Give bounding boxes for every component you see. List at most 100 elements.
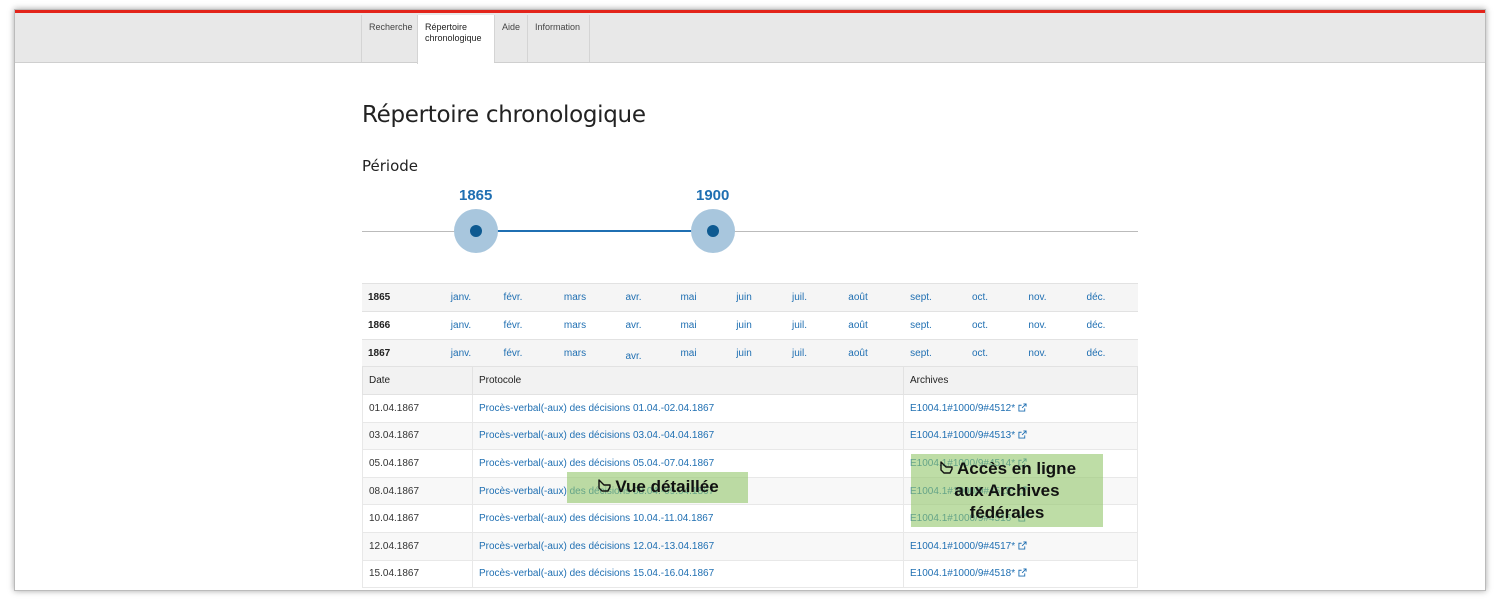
row-protocol-cell: Procès-verbal(-aux) des décisions 15.04.… (472, 559, 904, 589)
month-link[interactable]: janv. (442, 292, 480, 303)
browser-frame: Recherche Répertoire chronologique Aide … (14, 9, 1486, 591)
protocol-link[interactable]: Procès-verbal(-aux) des décisions 15.04.… (479, 568, 714, 579)
protocol-link[interactable]: Procès-verbal(-aux) des décisions 01.04.… (479, 403, 714, 414)
row-archive-cell: E1004.1#1000/9#4513* (903, 421, 1138, 451)
tab-repertoire-chronologique[interactable]: Répertoire chronologique (417, 15, 494, 64)
archive-link[interactable]: E1004.1#1000/9#4518* (910, 568, 1015, 579)
month-link[interactable]: mai (663, 348, 714, 359)
row-date: 05.04.1867 (362, 449, 473, 478)
table-row: 01.04.1867 Procès-verbal(-aux) des décisi… (362, 394, 1138, 423)
pointing-hand-icon (598, 479, 612, 492)
month-link[interactable]: oct. (951, 292, 1009, 303)
month-link[interactable]: mai (663, 320, 714, 331)
page-title: Répertoire chronologique (362, 102, 646, 128)
month-link[interactable]: déc. (1066, 292, 1126, 303)
month-link[interactable]: juil. (774, 292, 825, 303)
external-link-icon[interactable] (1018, 430, 1027, 439)
row-date: 15.04.1867 (362, 559, 473, 589)
row-date: 03.04.1867 (362, 421, 473, 451)
column-header-archives: Archives (903, 366, 1138, 395)
row-date: 10.04.1867 (362, 504, 473, 533)
external-link-icon[interactable] (1018, 541, 1027, 550)
month-link[interactable]: avr. (604, 320, 663, 331)
month-link[interactable]: janv. (442, 348, 480, 359)
month-link[interactable]: nov. (1009, 320, 1066, 331)
callout-archives-line3: fédérales (969, 503, 1045, 522)
month-link[interactable]: févr. (480, 292, 546, 303)
row-date: 08.04.1867 (362, 476, 473, 506)
row-date: 01.04.1867 (362, 394, 473, 423)
row-date: 12.04.1867 (362, 531, 473, 561)
callout-archives-access: Accès en ligne aux Archives fédérales (911, 454, 1103, 527)
nav-band (15, 13, 1485, 63)
handle-dot (470, 225, 482, 237)
table-row: 12.04.1867 Procès-verbal(-aux) des décisi… (362, 531, 1138, 561)
table-row: 15.04.1867 Procès-verbal(-aux) des décisi… (362, 559, 1138, 589)
month-link[interactable]: déc. (1066, 320, 1126, 331)
month-link[interactable]: avr. (604, 292, 663, 303)
row-protocol-cell: Procès-verbal(-aux) des décisions 03.04.… (472, 421, 904, 451)
protocol-link[interactable]: Procès-verbal(-aux) des décisions 10.04.… (479, 513, 713, 524)
column-header-protocol: Protocole (472, 366, 904, 395)
month-link[interactable]: nov. (1009, 292, 1066, 303)
month-link[interactable]: janv. (442, 320, 480, 331)
month-link[interactable]: févr. (480, 348, 546, 359)
table-header-row: Date Protocole Archives (362, 366, 1138, 395)
external-link-icon[interactable] (1018, 403, 1027, 412)
month-link[interactable]: mars (546, 292, 604, 303)
period-slider-range (475, 230, 712, 232)
period-end-value: 1900 (696, 187, 730, 204)
month-link[interactable]: août (825, 348, 891, 359)
archive-link[interactable]: E1004.1#1000/9#4513* (910, 430, 1015, 441)
row-archive-cell: E1004.1#1000/9#4518* (903, 559, 1138, 589)
external-link-icon[interactable] (1018, 568, 1027, 577)
month-link[interactable]: août (825, 292, 891, 303)
month-link[interactable]: août (825, 320, 891, 331)
month-link[interactable]: avr. (604, 345, 663, 362)
month-link[interactable]: juin (714, 348, 774, 359)
tab-information[interactable]: Information (527, 15, 590, 62)
tab-aide[interactable]: Aide (494, 15, 527, 62)
protocol-link[interactable]: Procès-verbal(-aux) des décisions 05.04.… (479, 458, 714, 469)
tab-recherche[interactable]: Recherche (361, 15, 417, 62)
archive-link[interactable]: E1004.1#1000/9#4517* (910, 541, 1015, 552)
month-link[interactable]: juil. (774, 348, 825, 359)
row-protocol-cell: Procès-verbal(-aux) des décisions 10.04.… (472, 504, 904, 533)
year-month-grid: 1865 janv. févr. mars avr. mai juin juil. août se… (362, 283, 1138, 367)
callout-detail-view: Vue détaillée (567, 472, 748, 503)
month-link[interactable]: sept. (891, 320, 951, 331)
month-link[interactable]: sept. (891, 292, 951, 303)
protocol-link[interactable]: Procès-verbal(-aux) des décisions 03.04.… (479, 430, 714, 441)
row-protocol-cell: Procès-verbal(-aux) des décisions 01.04.… (472, 394, 904, 423)
column-header-date: Date (362, 366, 473, 395)
month-link[interactable]: mai (663, 292, 714, 303)
callout-detail-view-text: Vue détaillée (615, 477, 719, 496)
period-start-value: 1865 (459, 187, 493, 204)
month-link[interactable]: oct. (951, 320, 1009, 331)
handle-dot (707, 225, 719, 237)
month-link[interactable]: sept. (891, 348, 951, 359)
period-start-handle[interactable] (454, 209, 498, 253)
month-link[interactable]: mars (546, 320, 604, 331)
archive-link[interactable]: E1004.1#1000/9#4512* (910, 403, 1015, 414)
protocol-link[interactable]: Procès-verbal(-aux) des décisions 12.04.… (479, 541, 714, 552)
tab-label-line2: chronologique (425, 33, 482, 43)
month-link[interactable]: févr. (480, 320, 546, 331)
tab-label-line1: Répertoire (425, 22, 468, 32)
pointing-hand-icon (940, 461, 953, 474)
year-label: 1866 (368, 320, 391, 331)
month-link[interactable]: mars (546, 348, 604, 359)
month-link[interactable]: oct. (951, 348, 1009, 359)
row-protocol-cell: Procès-verbal(-aux) des décisions 12.04.… (472, 531, 904, 561)
month-link[interactable]: juin (714, 292, 774, 303)
month-link[interactable]: juin (714, 320, 774, 331)
period-label: Période (362, 157, 419, 175)
year-label: 1865 (368, 292, 391, 303)
year-row: 1866 janv. févr. mars avr. mai juin juil. août se… (362, 311, 1138, 340)
year-label: 1867 (368, 348, 391, 359)
period-end-handle[interactable] (691, 209, 735, 253)
main-tabs: Recherche Répertoire chronologique Aide … (361, 15, 590, 64)
month-link[interactable]: juil. (774, 320, 825, 331)
month-link[interactable]: nov. (1009, 348, 1066, 359)
month-link[interactable]: déc. (1066, 348, 1126, 359)
